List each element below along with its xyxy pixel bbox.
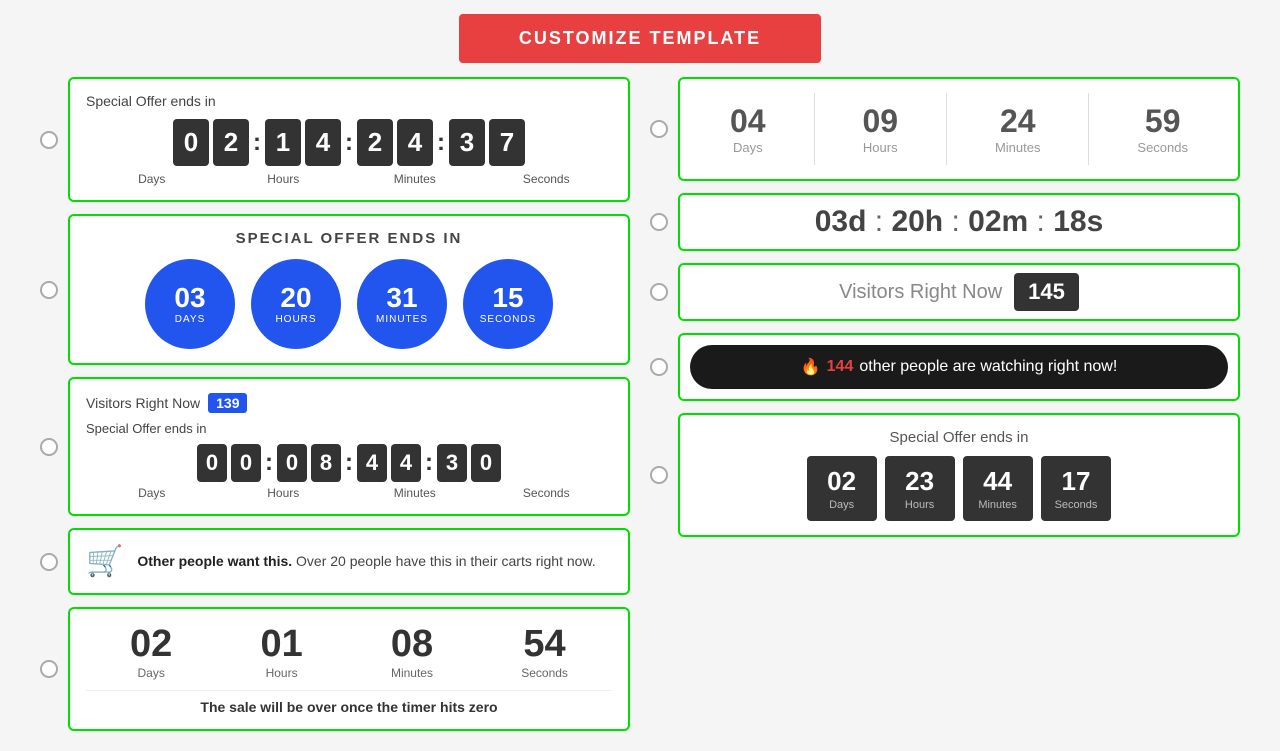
- colon-2: :: [345, 129, 353, 157]
- r5-boxes: 02 Days 23 Hours 44 Minutes 17 Seconds: [696, 456, 1222, 521]
- r5-hours: 23 Hours: [885, 456, 955, 521]
- widget-row-r5: Special Offer ends in 02 Days 23 Hours 4…: [650, 413, 1240, 537]
- visitors-badge: 139: [208, 393, 247, 413]
- d2: 2: [213, 119, 249, 166]
- widget-row-r4: 🔥 144 other people are watching right no…: [650, 333, 1240, 401]
- r1-days: 04 Days: [710, 93, 786, 165]
- r5-minutes: 44 Minutes: [963, 456, 1033, 521]
- w3d5: 4: [357, 444, 387, 482]
- widget-5: 02 Days 01 Hours 08 Minutes 54 Seconds: [68, 607, 630, 731]
- divider-3: [1088, 93, 1089, 165]
- cart-icon: 🛒: [86, 544, 123, 579]
- w3c1: :: [265, 449, 273, 477]
- radio-2[interactable]: [40, 281, 58, 299]
- r1-hours: 09 Hours: [842, 93, 918, 165]
- widget-3-countdown: 0 0 : 0 8 : 4 4 : 3 0: [86, 444, 612, 482]
- main-content: Special Offer ends in 0 2 : 1 4 : 2 4 : …: [0, 77, 1280, 751]
- widget-r2: 03d : 20h : 02m : 18s: [678, 193, 1240, 251]
- w3d3: 0: [277, 444, 307, 482]
- widget-row-2: SPECIAL OFFER ENDS IN 03 DAYS 20 HOURS 3…: [40, 214, 630, 365]
- fire-banner: 🔥 144 other people are watching right no…: [690, 345, 1228, 389]
- widget-row-r3: Visitors Right Now 145: [650, 263, 1240, 321]
- top-bar: CUSTOMIZE TEMPLATE: [0, 0, 1280, 77]
- r5-seconds: 17 Seconds: [1041, 456, 1112, 521]
- nb-hours: 01 Hours: [260, 623, 302, 680]
- divider-2: [946, 93, 947, 165]
- sale-text: The sale will be over once the timer hit…: [86, 690, 612, 715]
- nb-seconds: 54 Seconds: [521, 623, 568, 680]
- circle-days: 03 DAYS: [145, 259, 235, 349]
- circle-minutes: 31 MINUTES: [357, 259, 447, 349]
- widget-3-subtitle: Special Offer ends in: [86, 421, 612, 436]
- r5-days: 02 Days: [807, 456, 877, 521]
- d8: 7: [489, 119, 525, 166]
- widget-3-labels: Days Hours Minutes Seconds: [86, 486, 612, 500]
- widget-1: Special Offer ends in 0 2 : 1 4 : 2 4 : …: [68, 77, 630, 202]
- w3d4: 8: [311, 444, 341, 482]
- nb-days: 02 Days: [130, 623, 172, 680]
- radio-5[interactable]: [40, 660, 58, 678]
- d1: 0: [173, 119, 209, 166]
- d5: 2: [357, 119, 393, 166]
- divider-1: [814, 93, 815, 165]
- widget-4: 🛒 Other people want this. Over 20 people…: [68, 528, 630, 595]
- radio-r3[interactable]: [650, 283, 668, 301]
- r5-title: Special Offer ends in: [696, 429, 1222, 446]
- r1-seconds: 59 Seconds: [1117, 93, 1208, 165]
- widget-2-circles: 03 DAYS 20 HOURS 31 MINUTES 15 SECONDS: [86, 259, 612, 349]
- widget-5-nums: 02 Days 01 Hours 08 Minutes 54 Seconds: [86, 623, 612, 680]
- d4: 4: [305, 119, 341, 166]
- radio-1[interactable]: [40, 131, 58, 149]
- d3: 1: [265, 119, 301, 166]
- radio-r4[interactable]: [650, 358, 668, 376]
- widget-row-1: Special Offer ends in 0 2 : 1 4 : 2 4 : …: [40, 77, 630, 202]
- w3d7: 3: [437, 444, 467, 482]
- widget-row-r1: 04 Days 09 Hours 24 Minutes 59 Seconds: [650, 77, 1240, 181]
- customize-button[interactable]: CUSTOMIZE TEMPLATE: [459, 14, 821, 63]
- widget-r1: 04 Days 09 Hours 24 Minutes 59 Seconds: [678, 77, 1240, 181]
- w3d1: 0: [197, 444, 227, 482]
- widget-r4: 🔥 144 other people are watching right no…: [678, 333, 1240, 401]
- fire-icon: 🔥: [801, 357, 821, 377]
- r3-badge: 145: [1014, 273, 1079, 311]
- widget-1-countdown: 0 2 : 1 4 : 2 4 : 3 7: [86, 119, 612, 166]
- w3d8: 0: [471, 444, 501, 482]
- w3d6: 4: [391, 444, 421, 482]
- widget-r5: Special Offer ends in 02 Days 23 Hours 4…: [678, 413, 1240, 537]
- widget-row-3: Visitors Right Now 139 Special Offer end…: [40, 377, 630, 516]
- w3c2: :: [345, 449, 353, 477]
- widget-2: SPECIAL OFFER ENDS IN 03 DAYS 20 HOURS 3…: [68, 214, 630, 365]
- radio-r5[interactable]: [650, 466, 668, 484]
- widget-row-4: 🛒 Other people want this. Over 20 people…: [40, 528, 630, 595]
- colon-1: :: [253, 129, 261, 157]
- widget-3: Visitors Right Now 139 Special Offer end…: [68, 377, 630, 516]
- cart-text: Other people want this. Over 20 people h…: [137, 551, 595, 572]
- d7: 3: [449, 119, 485, 166]
- widget-1-labels: Days Hours Minutes Seconds: [86, 172, 612, 186]
- nb-minutes: 08 Minutes: [391, 623, 433, 680]
- radio-3[interactable]: [40, 438, 58, 456]
- widget-1-title: Special Offer ends in: [86, 93, 612, 109]
- visitors-line: Visitors Right Now 139: [86, 393, 612, 413]
- left-column: Special Offer ends in 0 2 : 1 4 : 2 4 : …: [40, 77, 630, 731]
- d6: 4: [397, 119, 433, 166]
- w3d2: 0: [231, 444, 261, 482]
- r1-minutes: 24 Minutes: [975, 93, 1061, 165]
- widget-2-title: SPECIAL OFFER ENDS IN: [86, 230, 612, 247]
- radio-r2[interactable]: [650, 213, 668, 231]
- widget-row-r2: 03d : 20h : 02m : 18s: [650, 193, 1240, 251]
- widget-r3: Visitors Right Now 145: [678, 263, 1240, 321]
- w3c3: :: [425, 449, 433, 477]
- right-column: 04 Days 09 Hours 24 Minutes 59 Seconds: [650, 77, 1240, 731]
- circle-hours: 20 HOURS: [251, 259, 341, 349]
- radio-r1[interactable]: [650, 120, 668, 138]
- widget-row-5: 02 Days 01 Hours 08 Minutes 54 Seconds: [40, 607, 630, 731]
- radio-4[interactable]: [40, 553, 58, 571]
- colon-3: :: [437, 129, 445, 157]
- circle-seconds: 15 SECONDS: [463, 259, 553, 349]
